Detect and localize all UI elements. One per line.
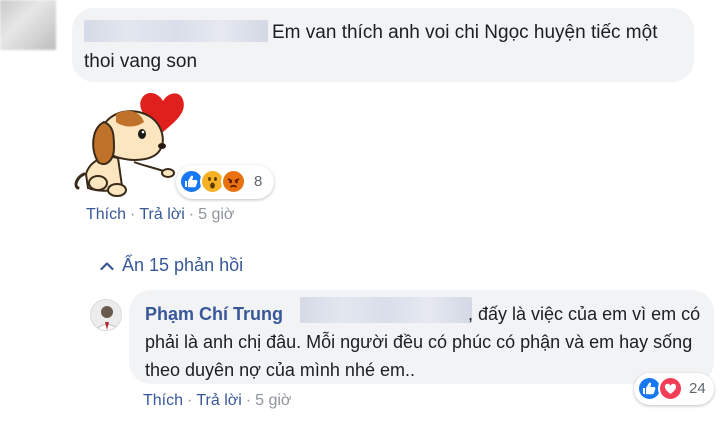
like-link[interactable]: Thích bbox=[86, 206, 126, 223]
avatar[interactable] bbox=[90, 299, 122, 331]
love-icon bbox=[658, 376, 683, 401]
separator-dot: · bbox=[130, 206, 136, 223]
reply-link[interactable]: Trả lời bbox=[139, 206, 184, 223]
reaction-summary[interactable]: 8 bbox=[176, 165, 274, 199]
timestamp[interactable]: 5 giờ bbox=[198, 206, 234, 223]
hide-replies-link[interactable]: Ẩn 15 phản hồi bbox=[100, 255, 243, 276]
reaction-summary[interactable]: 24 bbox=[634, 373, 714, 405]
reply-actions: Thích · Trả lời · 5 giờ bbox=[143, 392, 291, 410]
comment-actions: Thích · Trả lời · 5 giờ bbox=[86, 206, 234, 224]
blurred-avatar[interactable] bbox=[0, 0, 56, 50]
chevron-up-icon bbox=[100, 255, 122, 276]
separator-dot: · bbox=[245, 392, 252, 409]
angry-icon bbox=[221, 169, 246, 194]
hide-replies-label: Ẩn 15 phản hồi bbox=[122, 255, 244, 275]
author-name-link[interactable]: Phạm Chí Trung bbox=[145, 304, 283, 324]
comment-text: Em van thích anh voi chi Ngọc huyện tiếc… bbox=[84, 22, 658, 72]
reply-text-block: Phạm Chí Trung, đấy là việc của em vì em… bbox=[145, 300, 705, 384]
reply-link[interactable]: Trả lời bbox=[196, 392, 241, 409]
like-link[interactable]: Thích bbox=[143, 392, 183, 409]
reaction-count: 24 bbox=[689, 380, 706, 397]
dog-heart-sticker bbox=[74, 92, 184, 197]
timestamp[interactable]: 5 giờ bbox=[255, 392, 291, 409]
separator-dot: · bbox=[187, 392, 193, 409]
reaction-count: 8 bbox=[254, 173, 263, 190]
separator-dot: · bbox=[188, 206, 195, 223]
